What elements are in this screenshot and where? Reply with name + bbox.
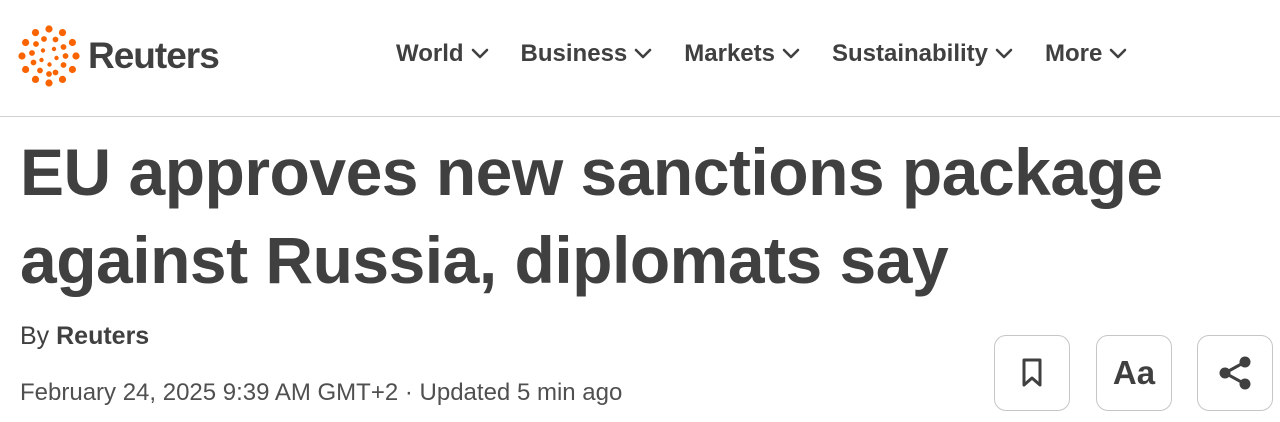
nav-item-world[interactable]: World (396, 40, 489, 68)
chevron-down-icon (634, 48, 652, 59)
author-link[interactable]: Reuters (56, 322, 149, 350)
bookmark-button[interactable] (994, 335, 1070, 411)
date-separator: · (398, 379, 420, 406)
chevron-down-icon (995, 48, 1013, 59)
reuters-logo-icon (18, 25, 80, 87)
main-nav: World Business Markets Sustainability Mo… (396, 40, 1159, 68)
article-headline: EU approves new sanctions package agains… (20, 135, 1163, 297)
font-size-button[interactable]: Aa (1096, 335, 1172, 411)
nav-item-label: More (1045, 40, 1103, 67)
byline: By Reuters (20, 322, 149, 351)
nav-item-more[interactable]: More (1045, 40, 1127, 68)
brand-name: Reuters (88, 35, 220, 76)
site-header: Reuters World Business Markets Sustainab… (0, 0, 1280, 117)
publish-date: February 24, 2025 9:39 AM GMT+2 (20, 379, 399, 406)
byline-prefix: By (20, 322, 57, 350)
bookmark-icon (1022, 358, 1042, 387)
nav-item-label: World (396, 40, 464, 67)
font-size-label: Aa (1112, 354, 1156, 391)
chevron-down-icon (471, 48, 488, 59)
nav-item-label: Business (520, 40, 628, 67)
article-dateline: February 24, 2025 9:39 AM GMT+2 · Update… (20, 379, 622, 407)
chevron-down-icon (782, 48, 800, 59)
nav-item-sustainability[interactable]: Sustainability (832, 40, 1013, 68)
nav-item-business[interactable]: Business (521, 40, 653, 68)
reuters-logo[interactable]: Reuters (18, 25, 220, 87)
share-icon (1219, 356, 1251, 390)
share-button[interactable] (1197, 335, 1273, 411)
nav-item-label: Markets (684, 40, 775, 67)
chevron-down-icon (1110, 48, 1127, 59)
nav-item-markets[interactable]: Markets (684, 40, 800, 68)
nav-item-label: Sustainability (831, 40, 989, 67)
updated-time: Updated 5 min ago (419, 379, 623, 406)
